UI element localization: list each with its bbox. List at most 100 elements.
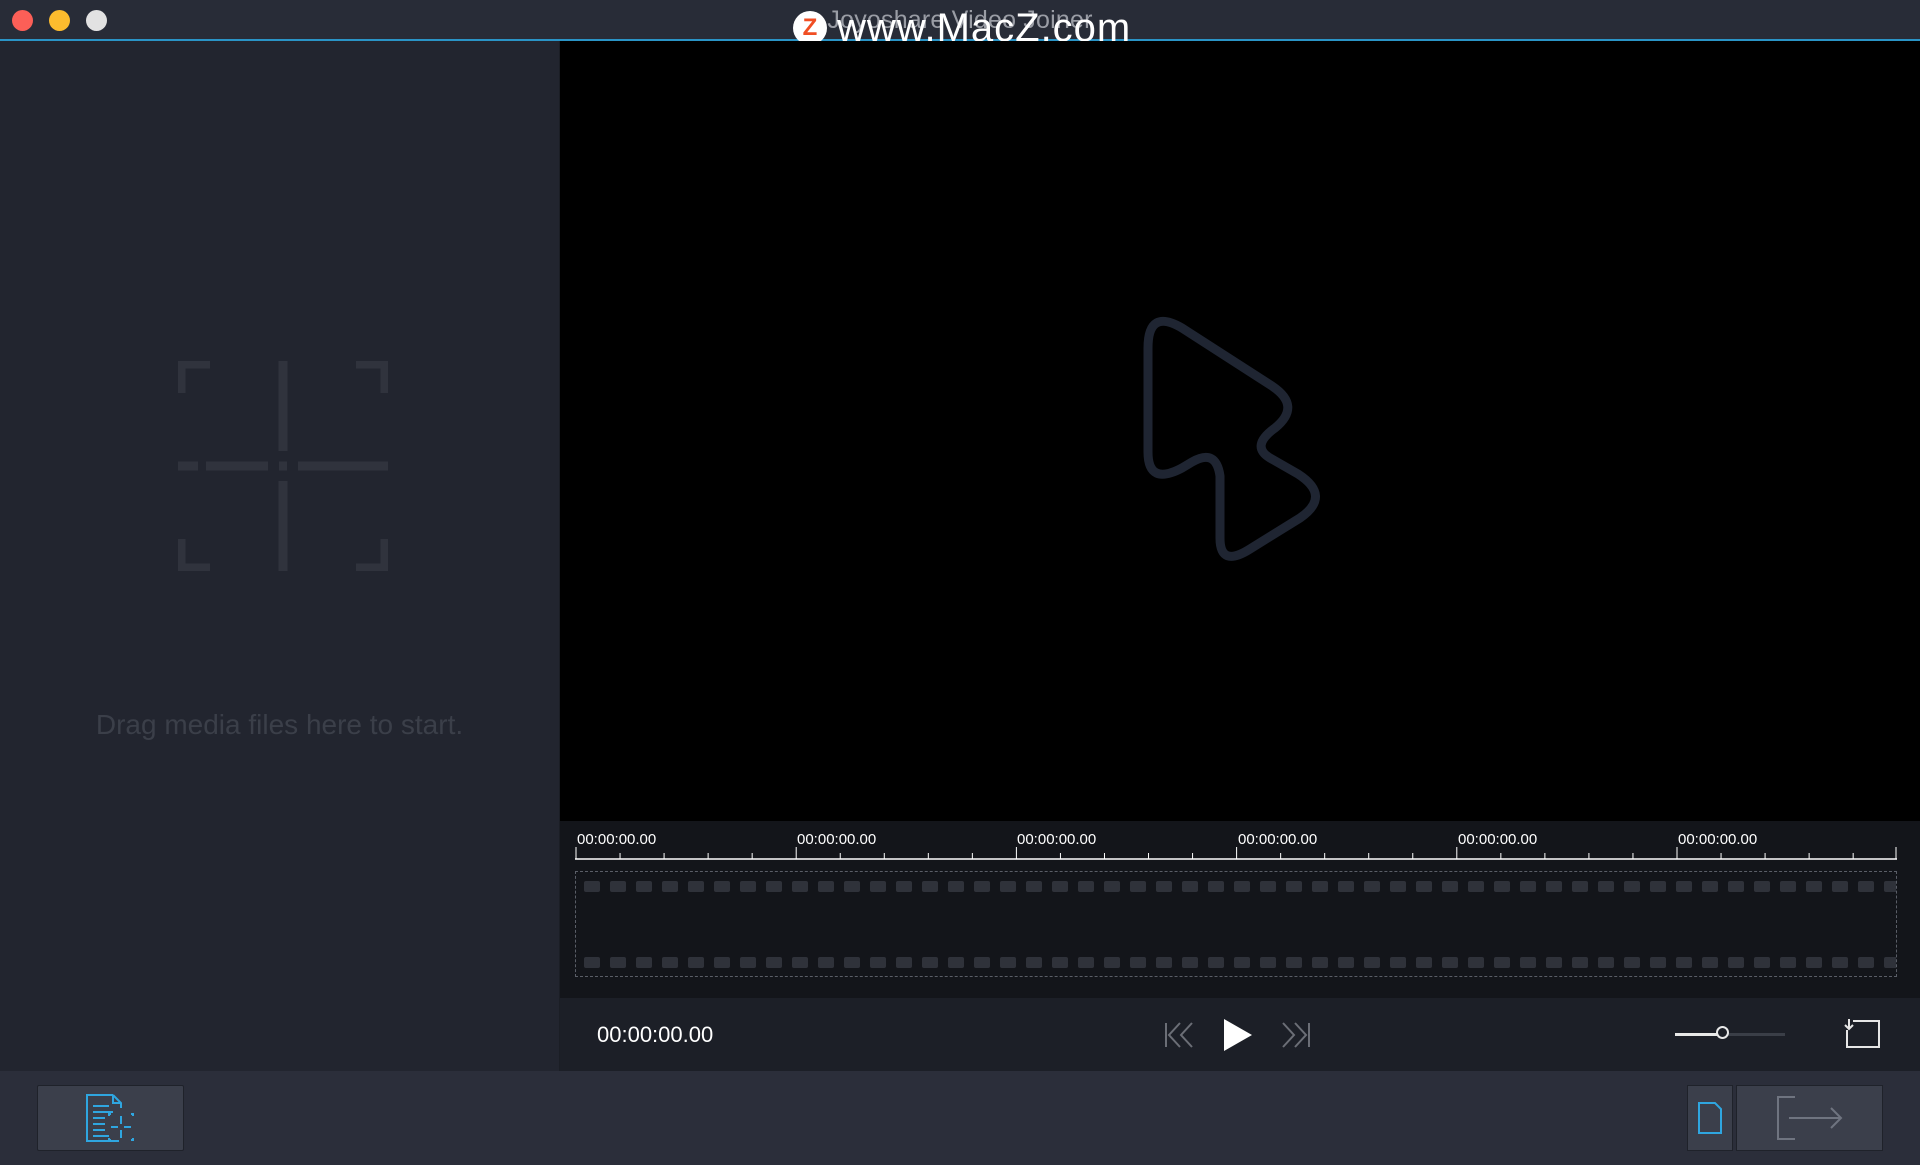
perforation <box>1650 957 1666 968</box>
perforation <box>636 957 652 968</box>
perforation <box>740 881 756 892</box>
ruler-ticks <box>575 847 1897 860</box>
perforation <box>1234 957 1250 968</box>
perforation <box>1572 881 1588 892</box>
perforation <box>766 957 782 968</box>
perforation <box>1312 957 1328 968</box>
skip-forward-icon[interactable] <box>1278 1016 1312 1054</box>
perforation <box>922 957 938 968</box>
perforation <box>1806 881 1822 892</box>
perforation <box>1572 957 1588 968</box>
perforation <box>1468 957 1484 968</box>
perforation <box>714 881 730 892</box>
volume-slider-handle[interactable] <box>1716 1026 1729 1039</box>
perforation <box>1494 881 1510 892</box>
perforation <box>1052 957 1068 968</box>
perforation <box>974 957 990 968</box>
perforation <box>1260 957 1276 968</box>
perforation <box>1416 881 1432 892</box>
perforation <box>1260 881 1276 892</box>
perforation <box>688 881 704 892</box>
perforation <box>1546 881 1562 892</box>
perforation <box>1780 881 1796 892</box>
perforation <box>1286 881 1302 892</box>
add-files-button[interactable] <box>37 1085 184 1151</box>
perforation <box>870 881 886 892</box>
perforation <box>1364 881 1380 892</box>
add-file-icon <box>85 1094 134 1142</box>
perforation <box>1832 881 1848 892</box>
timeline-panel[interactable]: 00:00:00.00 00:00:00.00 00:00:00.00 00:0… <box>560 821 1920 998</box>
perforation <box>922 881 938 892</box>
convert-button[interactable] <box>1736 1085 1883 1151</box>
perforation <box>1728 881 1744 892</box>
perforation <box>636 881 652 892</box>
perforation <box>1676 881 1692 892</box>
add-media-crosshair-icon[interactable] <box>178 361 388 571</box>
playback-controls: 00:00:00.00 <box>560 998 1920 1071</box>
perforation <box>1026 957 1042 968</box>
perforation <box>1338 881 1354 892</box>
video-track[interactable] <box>575 871 1897 977</box>
app-window: Joyoshare Video Joiner Z www.MacZ.com Dr… <box>0 0 1920 1165</box>
current-timecode: 00:00:00.00 <box>597 1022 714 1047</box>
perforation <box>1000 881 1016 892</box>
perforation <box>662 957 678 968</box>
skip-back-icon[interactable] <box>1163 1016 1197 1054</box>
perforation <box>1052 881 1068 892</box>
perforation <box>1520 881 1536 892</box>
perforation <box>948 881 964 892</box>
perforation <box>610 881 626 892</box>
output-format-button[interactable] <box>1687 1085 1733 1151</box>
perforation <box>766 881 782 892</box>
perforation <box>1234 881 1250 892</box>
perforation <box>1390 881 1406 892</box>
perforation <box>1130 881 1146 892</box>
perforation <box>1312 881 1328 892</box>
convert-arrow-icon <box>1776 1096 1842 1140</box>
perforation <box>870 957 886 968</box>
perforation <box>844 957 860 968</box>
perforation <box>1884 881 1896 892</box>
perforation <box>1676 957 1692 968</box>
perforation <box>688 957 704 968</box>
perforation <box>792 957 808 968</box>
perforation <box>1884 957 1896 968</box>
perforation <box>1780 957 1796 968</box>
video-preview <box>560 41 1920 821</box>
perforation <box>844 881 860 892</box>
perforation <box>610 957 626 968</box>
film-perforations-top <box>584 881 1896 892</box>
play-icon[interactable] <box>1220 1016 1256 1054</box>
cursor-pointer-icon <box>1143 316 1320 561</box>
perforation <box>1832 957 1848 968</box>
perforation <box>1598 957 1614 968</box>
perforation <box>1702 881 1718 892</box>
format-file-icon <box>1698 1102 1722 1134</box>
perforation <box>1858 881 1874 892</box>
watermark-logo-icon: Z <box>793 11 827 45</box>
perforation <box>714 957 730 968</box>
perforation <box>1806 957 1822 968</box>
perforation <box>896 957 912 968</box>
perforation <box>1078 957 1094 968</box>
perforation <box>1442 881 1458 892</box>
perforation <box>1598 881 1614 892</box>
perforation <box>1390 957 1406 968</box>
perforation <box>1416 957 1432 968</box>
media-list-panel[interactable]: Drag media files here to start. <box>0 41 559 1071</box>
perforation <box>974 881 990 892</box>
perforation <box>1026 881 1042 892</box>
perforation <box>1130 957 1146 968</box>
perforation <box>818 881 834 892</box>
perforation <box>740 957 756 968</box>
perforation <box>818 957 834 968</box>
perforation <box>662 881 678 892</box>
perforation <box>1156 957 1172 968</box>
perforation <box>584 957 600 968</box>
screen-export-icon[interactable] <box>1843 1015 1883 1053</box>
perforation <box>1624 957 1640 968</box>
volume-slider[interactable] <box>1675 1026 1785 1039</box>
perforation <box>1000 957 1016 968</box>
perforation <box>1754 957 1770 968</box>
